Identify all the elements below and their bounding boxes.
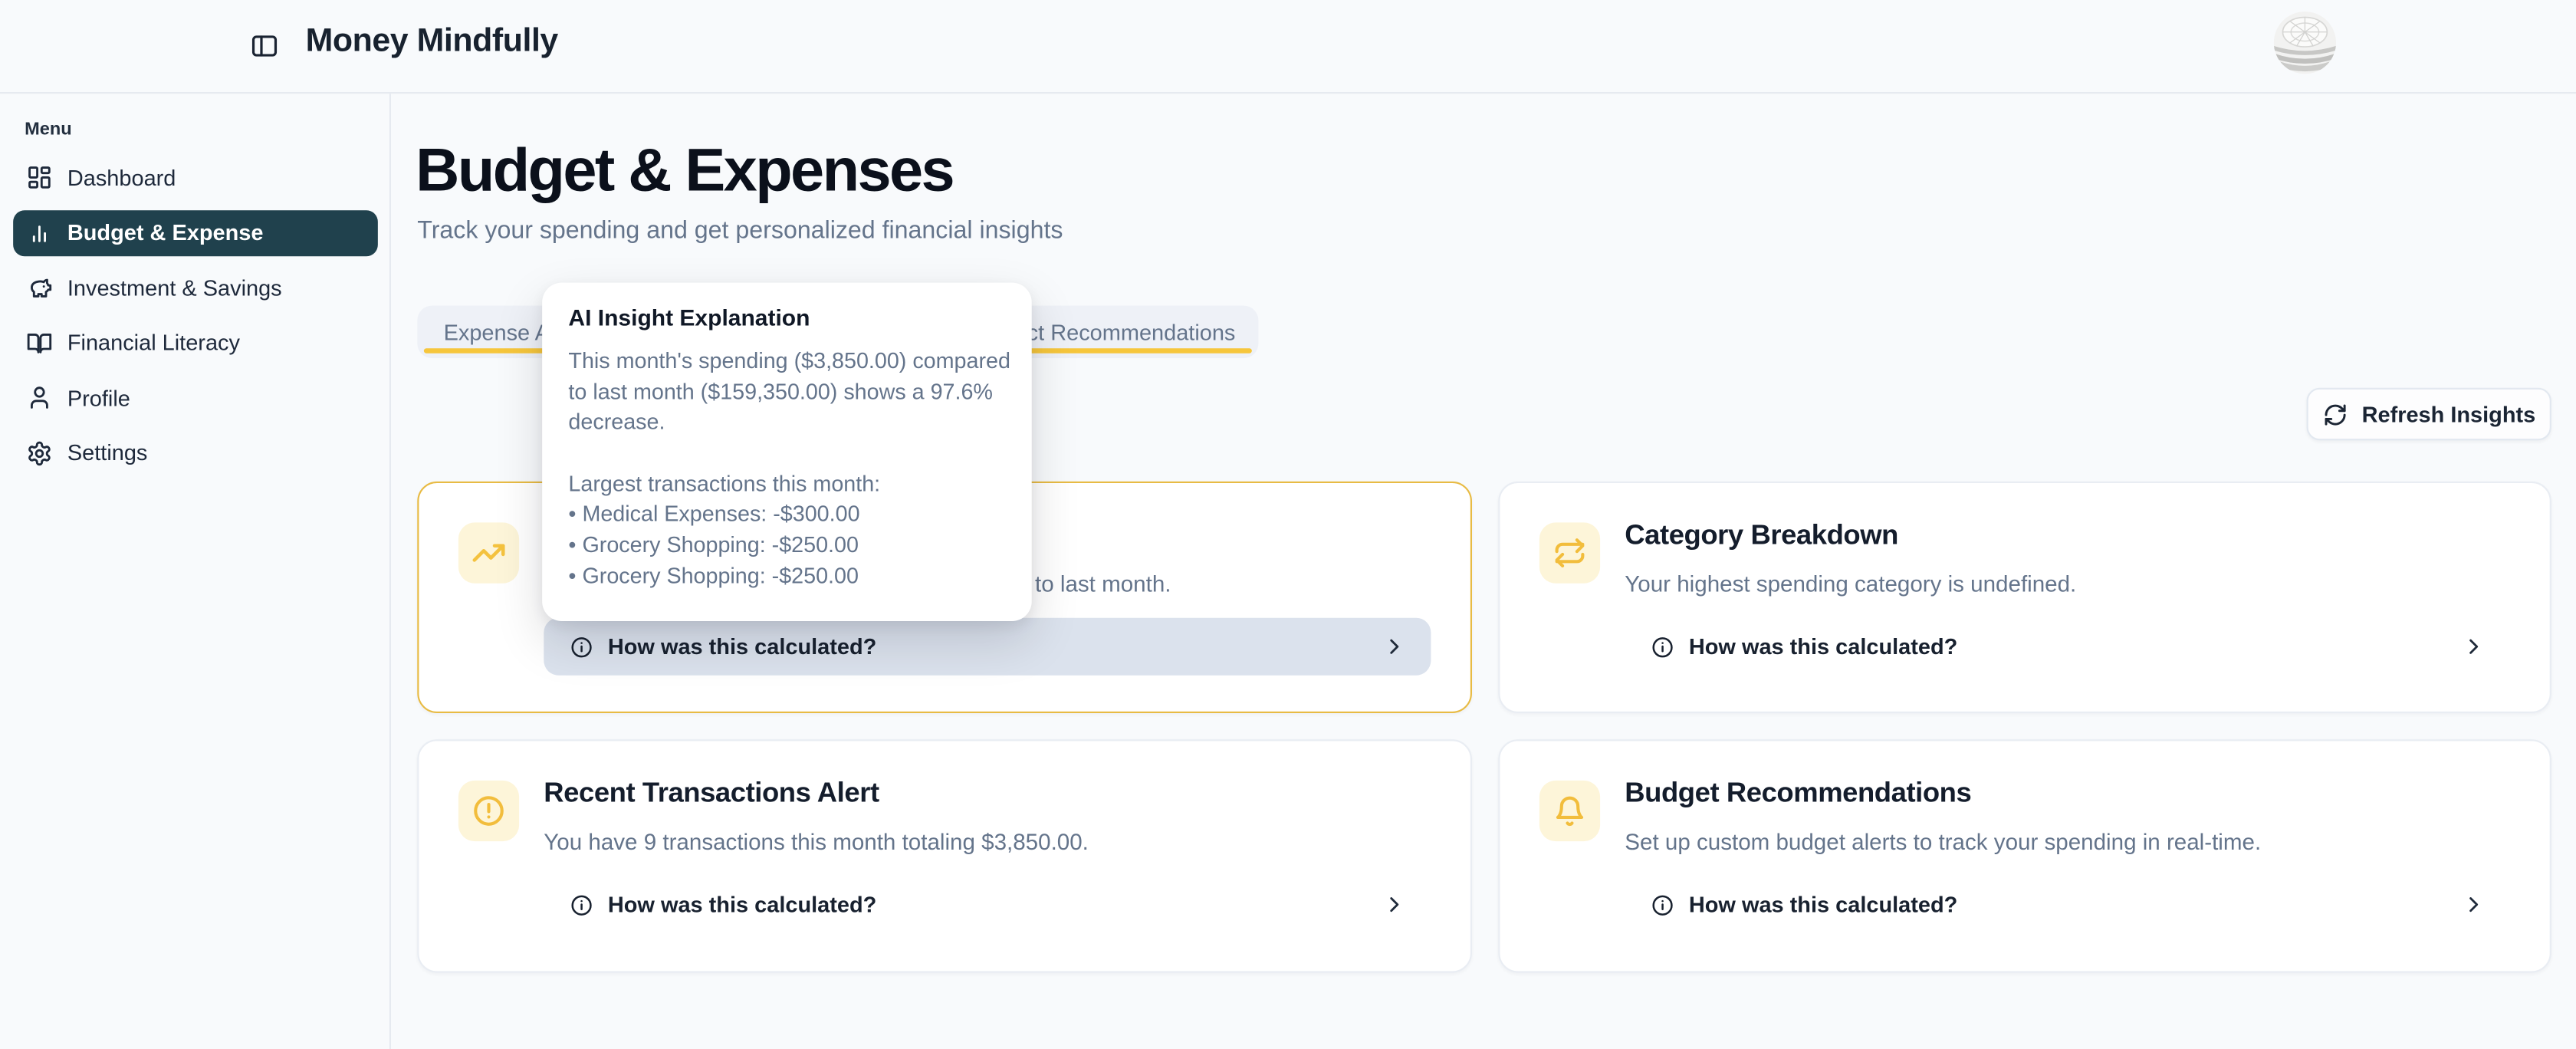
icon-box [458, 522, 519, 583]
card-category-breakdown: Category Breakdown Your highest spending… [1498, 482, 2551, 713]
icon-box [1539, 781, 1600, 841]
sidebar-item-label: Dashboard [67, 165, 176, 189]
refresh-insights-button[interactable]: Refresh Insights [2307, 388, 2551, 441]
app-header: Money Mindfully [0, 0, 2576, 94]
book-open-icon [26, 330, 52, 356]
ai-insight-popover: AI Insight Explanation This month's spen… [542, 283, 1032, 621]
bell-icon [1552, 794, 1587, 828]
sidebar-item-settings[interactable]: Settings [13, 429, 378, 475]
popover-transaction-item: • Grocery Shopping: -$250.00 [568, 531, 1018, 561]
popover-transactions-heading: Largest transactions this month: [568, 469, 1018, 500]
refresh-icon [2322, 402, 2347, 426]
card-subtitle: You have 9 transactions this month total… [544, 830, 1089, 854]
info-icon [570, 893, 593, 916]
sidebar-item-profile[interactable]: Profile [13, 375, 378, 421]
sidebar-item-investment-savings[interactable]: Investment & Savings [13, 265, 378, 311]
icon-box [458, 781, 519, 841]
how-calculated-row[interactable]: How was this calculated? [544, 618, 1431, 676]
panel-left-icon [250, 31, 280, 61]
user-avatar[interactable] [2274, 12, 2336, 74]
how-calculated-label: How was this calculated? [608, 893, 876, 917]
how-calculated-label: How was this calculated? [608, 634, 876, 659]
how-calculated-row[interactable]: How was this calculated? [1625, 876, 2510, 933]
card-subtitle: Your highest spending category is undefi… [1625, 572, 2076, 597]
bar-chart-icon [26, 219, 52, 245]
user-icon [26, 384, 52, 410]
card-subtitle-fragment: to last month. [1035, 572, 1171, 597]
sidebar-item-label: Financial Literacy [67, 330, 240, 355]
how-calculated-row[interactable]: How was this calculated? [544, 876, 1431, 933]
how-calculated-label: How was this calculated? [1689, 893, 1957, 917]
chevron-right-icon [2463, 636, 2484, 657]
sidebar-item-dashboard[interactable]: Dashboard [13, 154, 378, 200]
piggy-bank-icon [26, 275, 52, 301]
card-subtitle: Set up custom budget alerts to track you… [1625, 830, 2261, 854]
sidebar-item-label: Profile [67, 385, 130, 409]
chevron-right-icon [2463, 894, 2484, 916]
popover-transaction-item: • Medical Expenses: -$300.00 [568, 500, 1018, 531]
info-icon [1651, 635, 1674, 658]
card-recent-transactions-alert: Recent Transactions Alert You have 9 tra… [417, 739, 1472, 972]
app-title: Money Mindfully [306, 23, 558, 61]
card-title: Recent Transactions Alert [544, 778, 879, 811]
popover-body: This month's spending ($3,850.00) compar… [568, 347, 1018, 592]
alert-circle-icon [472, 794, 506, 828]
trending-up-icon [472, 536, 506, 571]
sidebar-toggle-button[interactable] [246, 28, 282, 64]
sidebar-nav: Dashboard Budget & Expense Investme [0, 154, 391, 485]
card-title: Category Breakdown [1625, 519, 1898, 552]
repeat-icon [1552, 536, 1587, 571]
sidebar-item-label: Settings [67, 440, 148, 465]
sidebar-item-label: Investment & Savings [67, 275, 282, 300]
chevron-right-icon [1383, 636, 1405, 657]
sidebar-item-financial-literacy[interactable]: Financial Literacy [13, 320, 378, 366]
info-icon [570, 635, 593, 658]
gear-icon [26, 439, 52, 465]
page-title: Budget & Expenses [416, 138, 953, 204]
info-icon [1651, 893, 1674, 916]
popover-title: AI Insight Explanation [568, 304, 810, 330]
avatar-image [2274, 12, 2336, 74]
icon-box [1539, 522, 1600, 583]
page-subtitle: Track your spending and get personalized… [417, 217, 1063, 245]
popover-paragraph: This month's spending ($3,850.00) compar… [568, 347, 1018, 439]
app-root: Money Mindfully [0, 0, 2576, 1049]
sidebar: Menu Dashboard Budget & Expense [0, 94, 391, 1049]
sidebar-item-budget-expense[interactable]: Budget & Expense [13, 209, 378, 255]
popover-transaction-item: • Grocery Shopping: -$250.00 [568, 561, 1018, 592]
dashboard-icon [26, 164, 52, 190]
card-budget-recommendations: Budget Recommendations Set up custom bud… [1498, 739, 2551, 972]
how-calculated-row[interactable]: How was this calculated? [1625, 618, 2510, 676]
card-title: Budget Recommendations [1625, 778, 1971, 811]
how-calculated-label: How was this calculated? [1689, 634, 1957, 659]
sidebar-section-label: Menu [25, 120, 72, 140]
sidebar-item-label: Budget & Expense [67, 220, 264, 245]
chevron-right-icon [1383, 894, 1405, 916]
refresh-insights-label: Refresh Insights [2362, 402, 2536, 426]
